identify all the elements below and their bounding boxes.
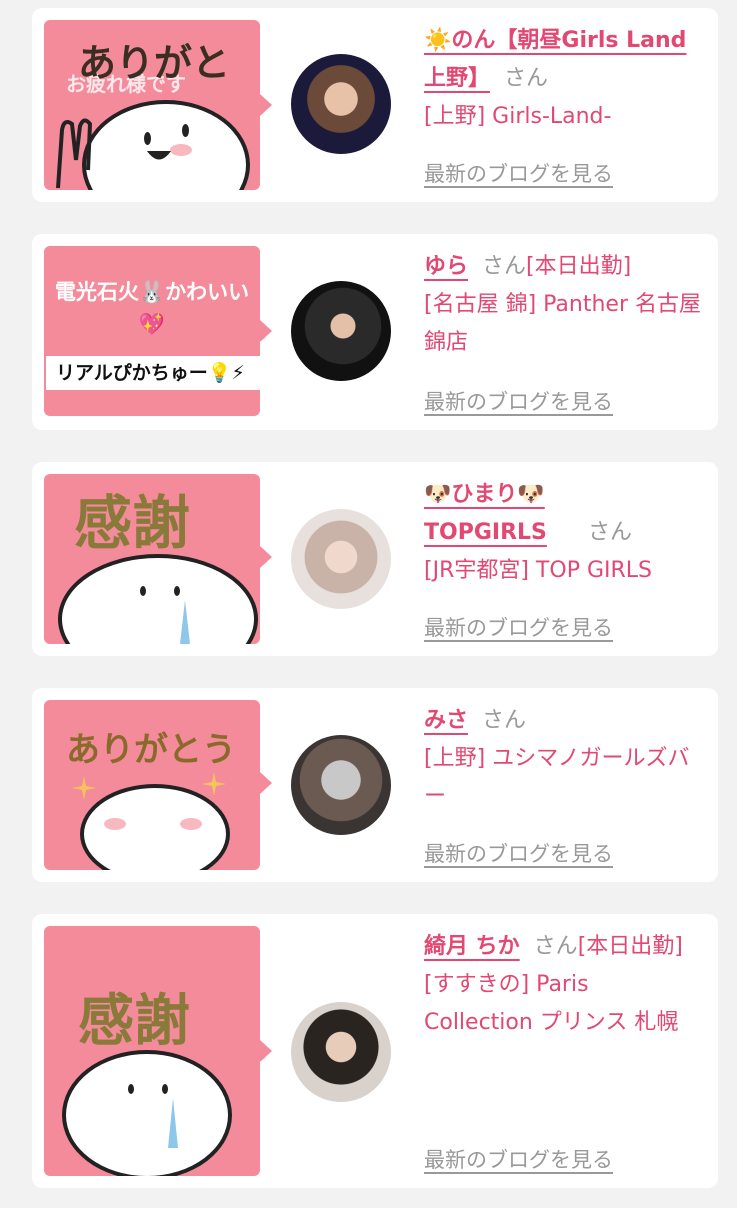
latest-blog-link[interactable]: 最新のブログを見る bbox=[424, 158, 613, 188]
attendance-badge: [本日出勤] bbox=[526, 254, 632, 279]
shop-name: [すすきの] Paris Collection プリンス 札幌 bbox=[424, 972, 679, 1035]
thumbnail-text: ありがとう bbox=[66, 730, 236, 770]
blog-thumbnail[interactable]: ありがとう bbox=[44, 700, 260, 870]
thumbnail-text: ありがと bbox=[78, 40, 231, 85]
shop-name: [JR宇都宮] TOP GIRLS bbox=[424, 558, 652, 583]
blog-card[interactable]: 感謝 🐶ひまり🐶TOPGIRLS さん [JR宇都宮] TOP GIRLS 最新の… bbox=[32, 462, 718, 656]
blog-thumbnail[interactable]: 感謝 bbox=[44, 926, 260, 1176]
latest-blog-link[interactable]: 最新のブログを見る bbox=[424, 1144, 613, 1174]
character-illustration bbox=[80, 784, 230, 870]
thumbnail-text: 感謝 bbox=[74, 489, 191, 557]
shop-name: [上野] Girls-Land- bbox=[424, 104, 612, 129]
latest-blog-link[interactable]: 最新のブログを見る bbox=[424, 612, 613, 642]
girl-name-link[interactable]: みさ bbox=[424, 708, 468, 733]
girl-name-link[interactable]: ☀️のん【朝昼Girls Land上野】 bbox=[424, 28, 686, 91]
character-eye bbox=[144, 132, 151, 145]
character-eye bbox=[162, 1084, 168, 1094]
attendance-badge: [本日出勤] bbox=[577, 934, 683, 959]
blog-thumbnail[interactable]: お疲れ様です ありがと bbox=[44, 20, 260, 190]
girl-name-link[interactable]: 綺月 ちか bbox=[424, 934, 520, 959]
avatar[interactable] bbox=[291, 1002, 391, 1102]
sparkle-icon bbox=[72, 776, 96, 800]
speech-bubble-tail bbox=[260, 1040, 272, 1062]
character-eye bbox=[128, 1084, 134, 1094]
blog-card[interactable]: お疲れ様です ありがと ☀️のん【朝昼Girls Land上野】 さん [上野] … bbox=[32, 8, 718, 202]
blog-card[interactable]: 電光石火🐰かわいい💖 リアルぴかちゅー💡⚡ ゆら さん[本日出勤] [名古屋 錦]… bbox=[32, 234, 718, 430]
name-suffix: さん bbox=[504, 66, 549, 91]
avatar[interactable] bbox=[291, 735, 391, 835]
latest-blog-link[interactable]: 最新のブログを見る bbox=[424, 386, 613, 416]
character-blush bbox=[104, 818, 126, 830]
tear-icon bbox=[168, 1098, 178, 1148]
blog-thumbnail[interactable]: 電光石火🐰かわいい💖 リアルぴかちゅー💡⚡ bbox=[44, 246, 260, 416]
character-eye bbox=[174, 586, 180, 596]
avatar[interactable] bbox=[291, 509, 391, 609]
name-suffix: さん bbox=[482, 708, 527, 733]
tear-icon bbox=[180, 600, 190, 644]
name-suffix: さん bbox=[482, 254, 527, 279]
avatar[interactable] bbox=[291, 54, 391, 154]
character-illustration bbox=[62, 1050, 232, 1176]
thumbnail-text: 電光石火🐰かわいい💖 bbox=[54, 280, 250, 336]
shop-name: [名古屋 錦] Panther 名古屋錦店 bbox=[424, 292, 701, 355]
speech-bubble-tail bbox=[260, 94, 272, 116]
thumbnail-text: 感謝 bbox=[78, 988, 190, 1054]
speech-bubble-tail bbox=[260, 320, 272, 342]
blog-thumbnail[interactable]: 感謝 bbox=[44, 474, 260, 644]
character-illustration bbox=[58, 554, 258, 644]
character-eye bbox=[140, 586, 146, 596]
character-hand bbox=[56, 118, 93, 189]
girl-name-link[interactable]: ゆら bbox=[424, 254, 468, 279]
girl-name-link[interactable]: 🐶ひまり🐶TOPGIRLS bbox=[424, 476, 574, 552]
name-suffix: さん bbox=[533, 934, 578, 959]
latest-blog-link[interactable]: 最新のブログを見る bbox=[424, 838, 613, 868]
sparkle-icon bbox=[202, 772, 226, 796]
speech-bubble-tail bbox=[260, 546, 272, 568]
speech-bubble-tail bbox=[260, 772, 272, 794]
thumbnail-subtext: リアルぴかちゅー💡⚡ bbox=[46, 356, 260, 390]
blog-card[interactable]: 感謝 綺月 ちか さん[本日出勤] [すすきの] Paris Collection… bbox=[32, 914, 718, 1188]
character-eye bbox=[182, 124, 189, 137]
character-mouth bbox=[147, 151, 171, 160]
character-blush bbox=[180, 818, 202, 830]
name-suffix: さん bbox=[588, 520, 633, 545]
shop-name: [上野] ユシマノガールズバー bbox=[424, 746, 690, 809]
blog-card[interactable]: ありがとう みさ さん [上野] ユシマノガールズバー 最新のブログを見る bbox=[32, 688, 718, 882]
avatar[interactable] bbox=[291, 281, 391, 381]
